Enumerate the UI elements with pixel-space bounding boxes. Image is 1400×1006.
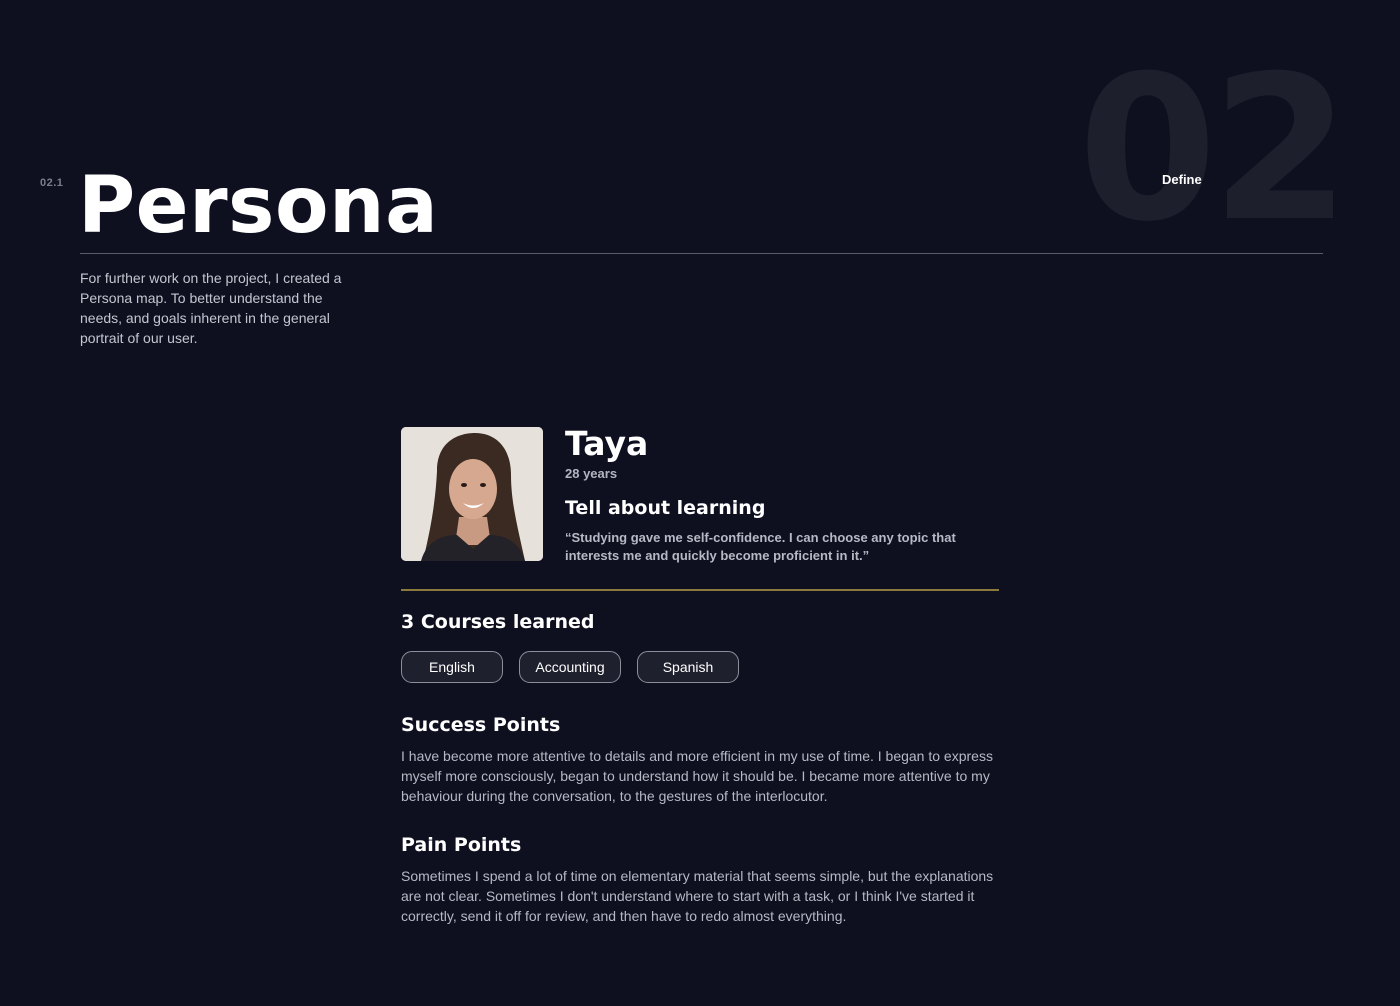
accent-divider [401, 589, 999, 591]
page-title: Persona [78, 161, 439, 251]
chapter-label: Define [1162, 172, 1202, 187]
chapter-number: 02 [1078, 33, 1350, 266]
learning-heading: Tell about learning [565, 497, 766, 519]
persona-photo [401, 427, 543, 561]
persona-quote: “Studying gave me self-confidence. I can… [565, 530, 956, 563]
section-number: 02.1 [40, 177, 64, 189]
courses-heading: 3 Courses learned [401, 611, 595, 633]
persona-info: Taya 28 years Tell about learning “Study… [565, 427, 1005, 565]
course-chip-english[interactable]: English [401, 651, 503, 683]
course-chips: English Accounting Spanish [401, 651, 739, 683]
pain-heading: Pain Points [401, 834, 522, 856]
persona-name: Taya [565, 424, 649, 463]
pain-text: Sometimes I spend a lot of time on eleme… [401, 868, 994, 924]
success-text: I have become more attentive to details … [401, 748, 993, 804]
persona-photo-image [401, 427, 543, 561]
success-heading: Success Points [401, 714, 561, 736]
course-chip-accounting[interactable]: Accounting [519, 651, 621, 683]
intro-text: For further work on the project, I creat… [80, 270, 342, 346]
persona-age: 28 years [565, 466, 618, 481]
header-divider [80, 253, 1323, 254]
course-chip-spanish[interactable]: Spanish [637, 651, 739, 683]
